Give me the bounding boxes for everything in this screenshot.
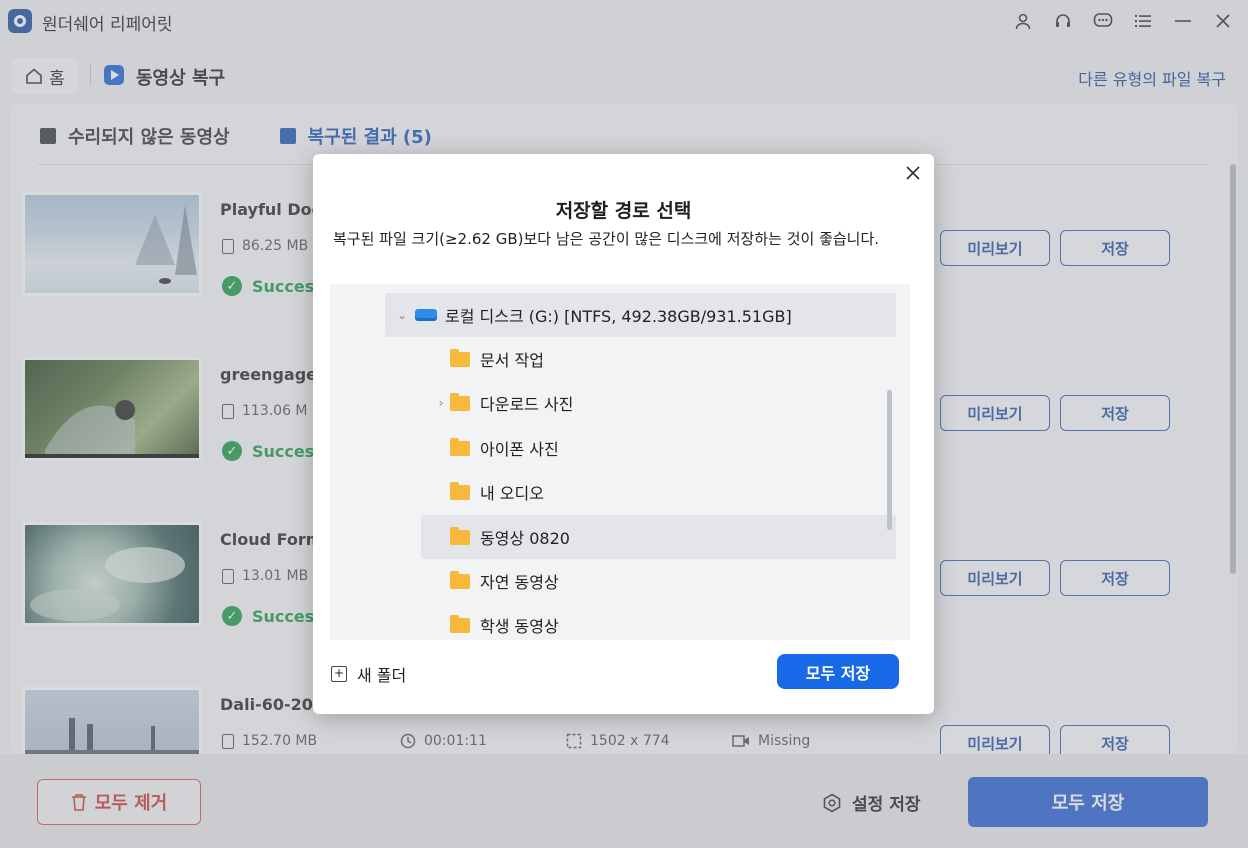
drive-label: 로컬 디스크 (G:) [NTFS, 492.38GB/931.51GB] <box>445 307 792 326</box>
add-folder-icon: + <box>331 666 347 682</box>
folder-label: 아이폰 사진 <box>480 440 559 459</box>
tree-folder[interactable]: 내 오디오 <box>450 470 896 514</box>
tree-folder[interactable]: › 다운로드 사진 <box>434 381 896 425</box>
new-folder-button[interactable]: + 새 폴더 <box>331 662 406 686</box>
dialog-title: 저장할 경로 선택 <box>555 200 692 222</box>
new-folder-label: 새 폴더 <box>357 666 407 685</box>
folder-icon <box>450 614 470 633</box>
folder-label: 문서 작업 <box>480 351 544 370</box>
tree-folder[interactable]: 아이폰 사진 <box>450 426 896 470</box>
tree-scrollbar[interactable] <box>887 390 892 530</box>
folder-label: 동영상 0820 <box>480 529 570 548</box>
tree-folder-selected[interactable]: 동영상 0820 <box>421 515 896 559</box>
folder-icon <box>450 570 470 589</box>
chevron-right-icon[interactable]: › <box>434 396 448 410</box>
tree-folder[interactable]: 문서 작업 <box>450 337 896 381</box>
folder-label: 다운로드 사진 <box>480 395 574 414</box>
folder-icon <box>450 348 470 367</box>
folder-icon <box>450 526 470 545</box>
dialog-close-icon[interactable] <box>902 162 924 184</box>
tree-folder[interactable]: 자연 동영상 <box>450 559 896 603</box>
chevron-down-icon[interactable]: ⌄ <box>395 308 409 322</box>
folder-icon <box>450 481 470 500</box>
tree-drive-g[interactable]: ⌄ 로컬 디스크 (G:) [NTFS, 492.38GB/931.51GB] <box>385 293 896 337</box>
folder-tree: ⌄ 로컬 디스크 (G:) [NTFS, 492.38GB/931.51GB] … <box>330 284 910 640</box>
folder-icon <box>450 392 470 411</box>
folder-label: 내 오디오 <box>480 484 544 503</box>
tree-folder[interactable]: 학생 동영상 <box>450 603 896 640</box>
save-path-dialog: 저장할 경로 선택 복구된 파일 크기(≥2.62 GB)보다 남은 공간이 많… <box>313 154 934 714</box>
drive-icon <box>415 309 437 321</box>
dialog-description: 복구된 파일 크기(≥2.62 GB)보다 남은 공간이 많은 디스크에 저장하… <box>333 230 880 248</box>
dialog-save-all-button[interactable]: 모두 저장 <box>777 654 899 689</box>
folder-label: 자연 동영상 <box>480 573 559 592</box>
folder-icon <box>450 437 470 456</box>
folder-label: 학생 동영상 <box>480 617 559 636</box>
